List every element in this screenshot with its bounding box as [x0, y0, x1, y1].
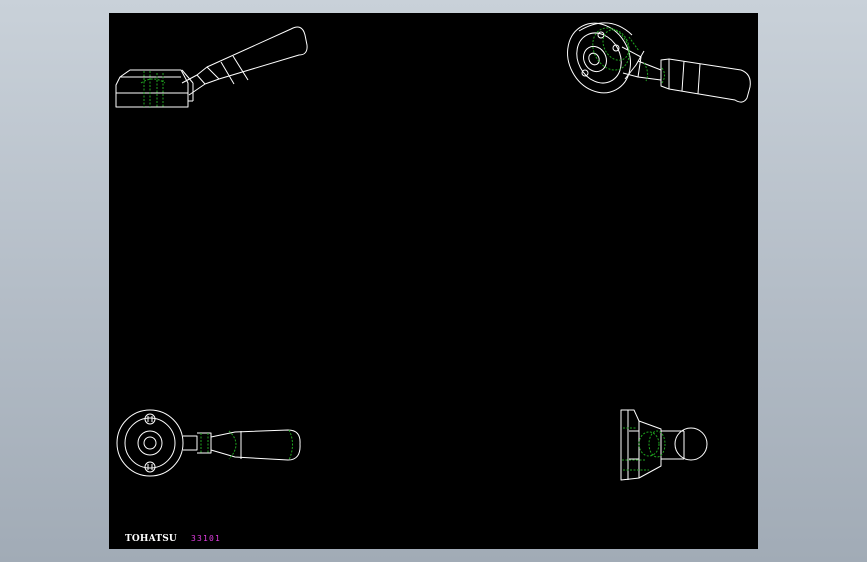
view-plan-front [116, 409, 301, 477]
drawing-canvas [115, 22, 751, 481]
hidden-lines [200, 429, 293, 461]
view-isometric-left [115, 26, 308, 108]
title-block: TOHATSU 33101 [125, 534, 221, 544]
handle-body-outline [115, 26, 308, 108]
hidden-lines [140, 71, 166, 107]
handle-body-outline [116, 409, 301, 477]
handle-body-outline [567, 22, 751, 103]
cad-viewport[interactable]: TOHATSU 33101 [109, 13, 758, 549]
view-isometric-right [567, 22, 751, 103]
part-number-label: 33101 [190, 534, 222, 543]
view-end-side [620, 409, 708, 481]
brand-label: TOHATSU [125, 534, 177, 544]
